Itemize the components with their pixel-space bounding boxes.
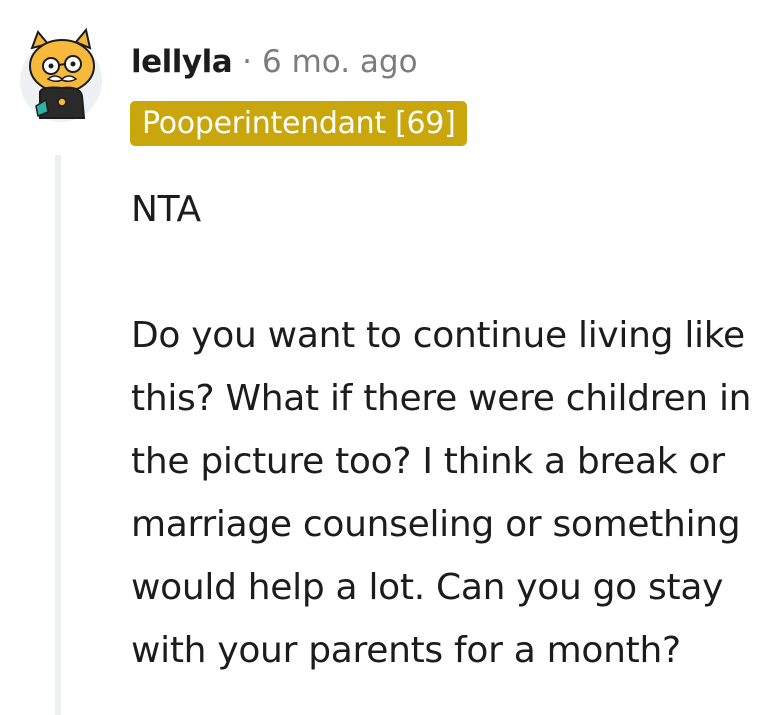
comment-header: lellyla · 6 mo. ago xyxy=(131,40,418,84)
comment-body: NTA Do you want to continue living like … xyxy=(131,178,771,682)
comment-paragraph: NTA xyxy=(131,189,201,230)
user-avatar[interactable] xyxy=(18,26,104,122)
timestamp-link[interactable]: 6 mo. ago xyxy=(262,44,418,80)
user-flair-badge: Pooperintendant [69] xyxy=(130,101,468,146)
thread-collapse-line[interactable] xyxy=(55,155,61,715)
snoo-avatar-icon xyxy=(29,27,95,119)
username-link[interactable]: lellyla xyxy=(131,44,233,80)
comment-paragraph: Do you want to continue living like this… xyxy=(131,315,752,671)
meta-separator: · xyxy=(242,44,253,80)
